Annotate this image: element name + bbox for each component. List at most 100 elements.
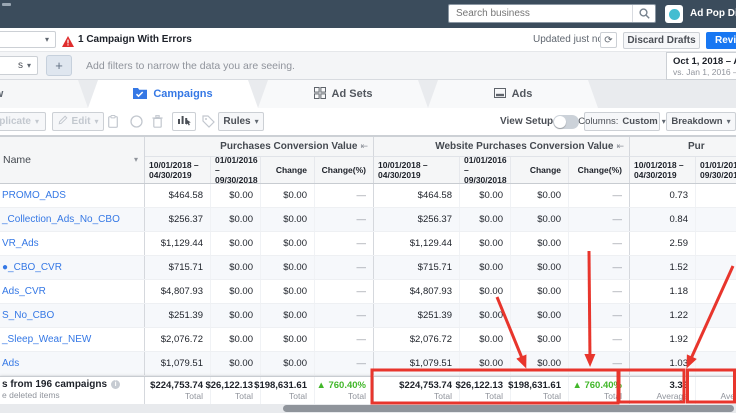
table-cell: — [696, 208, 736, 231]
collapse-columns-icon[interactable]: ⇤ [616, 141, 624, 152]
column-header[interactable]: 01/01/2016 – 09/30/2018 [696, 157, 736, 183]
trash-icon[interactable] [152, 115, 163, 128]
horizontal-scrollbar-thumb[interactable] [283, 405, 734, 412]
total-label: Total [434, 391, 452, 401]
campaign-name-link[interactable]: PROMO_ADS [2, 190, 66, 201]
column-header[interactable]: 10/01/2018 – 04/30/2019 [145, 157, 211, 183]
total-value-positive: ▲ 760.40% [316, 380, 366, 391]
total-value: $26,122.13 [455, 380, 503, 391]
table-row[interactable]: VR_Ads $1,129.44 $0.00 $0.00— $1,129.44 $0.00… [0, 232, 736, 256]
table-cell: 0.84 [630, 208, 696, 231]
column-header[interactable]: 01/01/2016 – 09/30/2018 [211, 155, 261, 185]
toggle-knob [554, 116, 566, 128]
tab-ads[interactable]: Ads [428, 80, 598, 108]
date-range-selector[interactable]: Oct 1, 2018 – Ap vs. Jan 1, 2016 – S [666, 52, 736, 80]
table-row[interactable]: PROMO_ADS $464.58 $0.00 $0.00— $464.58 $0.00 $… [0, 184, 736, 208]
table-row[interactable]: Ads_CVR $4,807.93 $0.00 $0.00— $4,807.93 $0.0… [0, 280, 736, 304]
results-note: e deleted items [2, 390, 60, 400]
campaign-name-link[interactable]: ●_CBO_CVR [2, 262, 62, 273]
table-row[interactable]: _Collection_Ads_No_CBO $256.37 $0.00 $0.00—… [0, 208, 736, 232]
saved-filter-dropdown[interactable]: s ▾ [0, 56, 38, 75]
column-group-header[interactable]: Website Purchases Conversion Value ⇤ [374, 137, 630, 157]
total-label: Average [656, 391, 688, 401]
edit-button[interactable]: Edit ▾ [52, 112, 104, 131]
table-row[interactable]: S_No_CBO $251.39 $0.00 $0.00— $251.39 $0.00 $0… [0, 304, 736, 328]
business-name[interactable]: Ad Pop Digital [690, 0, 736, 28]
campaign-name-link[interactable]: Ads [2, 358, 19, 369]
review-publish-button[interactable]: Review and [706, 32, 736, 49]
table-row[interactable]: Ads $1,079.51 $0.00 $0.00— $1,079.51 $0.00 $0.… [0, 352, 736, 376]
table-row[interactable]: _Sleep_Wear_NEW $2,076.72 $0.00 $0.00— $2,07… [0, 328, 736, 352]
table-cell: $0.00 [211, 352, 261, 375]
table-cell: $0.00 [511, 256, 569, 279]
table-cell: — [569, 208, 630, 231]
sort-caret-icon[interactable]: ▾ [134, 156, 144, 164]
campaign-name-link[interactable]: _Collection_Ads_No_CBO [2, 214, 120, 225]
table-cell: $464.58 [374, 184, 460, 207]
business-logo[interactable] [665, 5, 683, 23]
column-group-header[interactable]: Purchases Conversion Value ⇤ [145, 137, 374, 157]
table-row[interactable]: ●_CBO_CVR $715.71 $0.00 $0.00— $715.71 $0.00 $… [0, 256, 736, 280]
refresh-button[interactable]: ⟳ [600, 32, 617, 48]
table-cell: — [696, 280, 736, 303]
rules-dropdown[interactable]: Rules ▾ [218, 112, 264, 131]
table-cell: $0.00 [211, 304, 261, 327]
columns-dropdown[interactable]: Columns: Custom ▾ [578, 112, 666, 131]
breakdown-dropdown[interactable]: Breakdown ▾ [666, 112, 736, 131]
campaign-errors-text[interactable]: 1 Campaign With Errors [78, 28, 192, 52]
ads-card-icon [494, 87, 506, 102]
column-group-header[interactable]: Pur [630, 137, 736, 157]
tab-campaigns[interactable]: Campaigns [88, 80, 258, 108]
campaign-name-link[interactable]: VR_Ads [2, 238, 39, 249]
tab-account-overview[interactable]: w [0, 80, 88, 108]
column-header[interactable]: Change [261, 157, 315, 183]
search-input[interactable] [449, 8, 632, 19]
total-value-positive: ▲ 760.40% [572, 380, 622, 391]
table-cell: $0.00 [261, 280, 315, 303]
collapse-columns-icon[interactable]: ⇤ [360, 141, 368, 152]
table-header: Name ▾ Purchases Conversion Value ⇤ Websit… [0, 136, 736, 185]
info-icon[interactable]: i [111, 380, 121, 389]
business-search[interactable] [448, 4, 656, 23]
chevron-down-icon: ▾ [94, 116, 99, 126]
tag-icon[interactable] [202, 115, 215, 128]
total-cell: ▲ 760.40% Total [315, 377, 374, 404]
chevron-down-icon: ▾ [726, 116, 731, 126]
view-setup-toggle[interactable] [553, 115, 579, 129]
columns-value: Custom [622, 116, 658, 127]
campaign-name-link[interactable]: _Sleep_Wear_NEW [2, 334, 91, 345]
pie-chart-icon[interactable] [130, 115, 143, 128]
column-header[interactable]: 10/01/2018 – 04/30/2019 [630, 157, 696, 183]
column-header[interactable]: 01/01/2016 – 09/30/2018 [460, 155, 511, 185]
column-header[interactable]: Change [511, 157, 569, 183]
column-header[interactable]: 10/01/2018 – 04/30/2019 [374, 157, 460, 183]
table-cell: — [315, 208, 374, 231]
tab-ad-sets[interactable]: Ad Sets [258, 80, 428, 108]
total-cell: $198,631.61 Total [508, 377, 569, 404]
table-cell: — [569, 184, 630, 207]
total-value: $198,631.61 [254, 380, 307, 391]
search-icon[interactable] [632, 5, 655, 22]
name-header-label: Name [3, 154, 32, 166]
campaign-name-link[interactable]: Ads_CVR [2, 286, 46, 297]
column-header[interactable]: Change(%) [315, 157, 374, 183]
campaign-name-cell: VR_Ads [0, 232, 145, 255]
scope-dropdown[interactable]: ▾ [0, 31, 56, 48]
clipboard-icon[interactable] [108, 115, 118, 128]
campaign-name-link[interactable]: S_No_CBO [2, 310, 54, 321]
table-cell: $715.71 [145, 256, 211, 279]
discard-drafts-button[interactable]: Discard Drafts [623, 32, 700, 49]
table-cell: — [696, 328, 736, 351]
campaign-name-cell: PROMO_ADS [0, 184, 145, 207]
view-charts-button[interactable] [172, 112, 196, 131]
total-value: $224,753.74 [399, 380, 452, 391]
total-cell: 3.39 Average [630, 377, 696, 404]
column-header[interactable]: Change(%) [569, 157, 630, 183]
total-label: Total [543, 391, 561, 401]
duplicate-button[interactable]: plicate ▾ [0, 112, 46, 131]
add-filter-button[interactable]: + [46, 55, 72, 76]
table-cell: 2.59 [630, 232, 696, 255]
filter-placeholder[interactable]: Add filters to narrow the data you are s… [86, 52, 295, 80]
name-column-header[interactable]: Name ▾ [0, 137, 145, 183]
chevron-down-icon: ▾ [34, 116, 39, 126]
